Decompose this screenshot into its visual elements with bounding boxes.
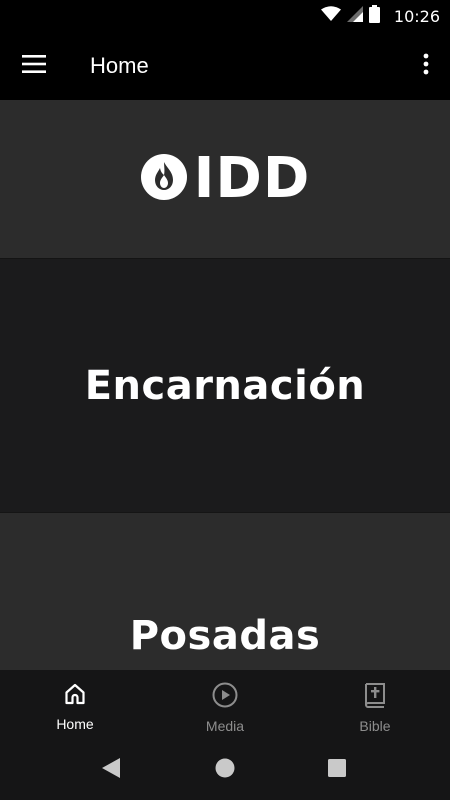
bottom-navigation: Home Media Bible bbox=[0, 670, 450, 740]
card-title-encarnacion: Encarnación bbox=[84, 363, 366, 409]
system-home-button[interactable] bbox=[213, 758, 237, 782]
card-title-posadas: Posadas bbox=[129, 613, 321, 659]
more-vertical-icon bbox=[423, 53, 429, 80]
nav-item-bible[interactable]: Bible bbox=[300, 670, 450, 740]
status-bar: 10:26 bbox=[0, 0, 450, 32]
encarnacion-card[interactable]: Encarnación bbox=[0, 258, 450, 513]
nav-label-media: Media bbox=[205, 718, 245, 734]
wifi-icon bbox=[320, 5, 341, 27]
nav-label-home: Home bbox=[56, 716, 94, 732]
bible-icon bbox=[364, 682, 386, 713]
status-icons: 10:26 bbox=[320, 0, 440, 32]
play-circle-icon bbox=[212, 682, 238, 713]
hamburger-menu-icon bbox=[22, 54, 46, 78]
logo-text: IDD bbox=[193, 146, 311, 211]
menu-button[interactable] bbox=[14, 46, 54, 86]
home-circle-icon bbox=[214, 757, 236, 784]
system-back-button[interactable] bbox=[99, 757, 123, 784]
flame-in-circle-icon bbox=[140, 153, 188, 206]
overflow-menu-button[interactable] bbox=[410, 46, 442, 86]
app-screen: 10:26 Home IDD Encarnación Posadas Home … bbox=[0, 0, 450, 800]
idd-logo: IDD bbox=[140, 151, 311, 207]
nav-item-media[interactable]: Media bbox=[150, 670, 300, 740]
posadas-card[interactable]: Posadas bbox=[0, 512, 450, 670]
status-time: 10:26 bbox=[393, 6, 440, 26]
battery-icon bbox=[368, 4, 380, 28]
nav-label-bible: Bible bbox=[359, 718, 391, 734]
recents-square-icon bbox=[327, 758, 347, 783]
system-recents-button[interactable] bbox=[325, 758, 349, 782]
idd-logo-card[interactable]: IDD bbox=[0, 100, 450, 258]
nav-item-home[interactable]: Home bbox=[0, 670, 150, 740]
back-triangle-icon bbox=[101, 757, 121, 784]
app-bar: Home bbox=[0, 32, 450, 100]
system-navigation-bar bbox=[0, 740, 450, 800]
home-icon bbox=[63, 682, 87, 711]
content-list: IDD Encarnación Posadas bbox=[0, 100, 450, 670]
signal-icon bbox=[346, 5, 363, 27]
page-title: Home bbox=[90, 53, 149, 78]
